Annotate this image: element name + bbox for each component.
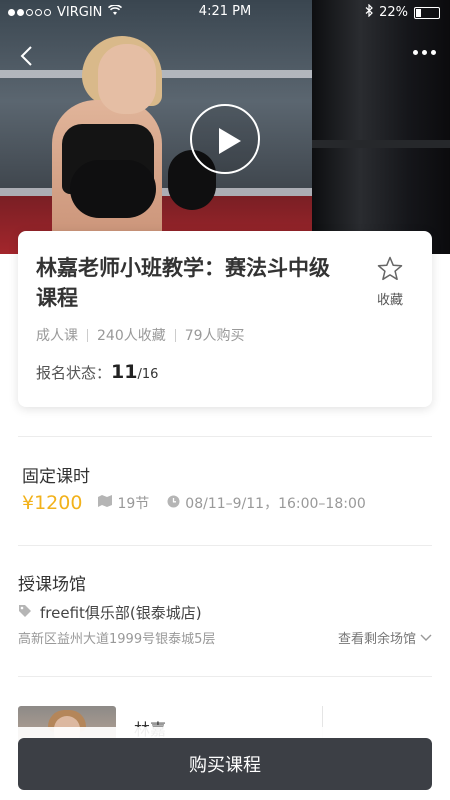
enroll-current: 11 <box>111 361 138 383</box>
battery-percent: 22% <box>379 5 408 20</box>
enroll-total: /16 <box>137 367 159 382</box>
section-divider <box>18 545 432 546</box>
venue-name-row[interactable]: freefit俱乐部(银泰城店) <box>18 602 202 623</box>
buy-course-button[interactable]: 购买课程 <box>18 738 432 790</box>
course-price: ¥1200 <box>22 492 83 514</box>
tag-icon <box>18 604 32 622</box>
clock-icon <box>167 495 180 512</box>
tag-purchase-count: 79人购买 <box>184 328 245 344</box>
more-venues-label: 查看剩余场馆 <box>337 632 416 647</box>
status-bar: VIRGIN 4:21 PM 22% <box>0 0 450 24</box>
hero-video-banner[interactable]: VIRGIN 4:21 PM 22% <box>0 0 450 254</box>
section-divider <box>18 436 432 437</box>
lesson-count: 19节 <box>117 496 150 512</box>
schedule-row: ¥1200 19节 08/11–9/11，16:00–18:00 <box>22 492 366 514</box>
tag-divider <box>174 328 176 342</box>
chevron-down-icon <box>420 634 432 641</box>
battery-icon <box>414 6 440 19</box>
play-video-button[interactable] <box>190 104 260 174</box>
tag-audience: 成人课 <box>36 328 78 344</box>
favorite-label: 收藏 <box>376 293 403 308</box>
punching-bag-band <box>312 140 450 148</box>
venue-section-title: 授课场馆 <box>18 575 86 595</box>
enroll-label: 报名状态： <box>36 364 112 382</box>
more-dots-icon <box>413 50 418 55</box>
punching-bag <box>312 0 450 254</box>
tag-favorites-count: 240人收藏 <box>97 328 166 344</box>
back-button[interactable] <box>16 44 38 68</box>
tag-divider <box>87 328 88 342</box>
boxing-glove-left <box>70 160 156 218</box>
favorite-button[interactable]: 收藏 <box>370 255 410 308</box>
section-divider <box>18 676 432 677</box>
course-title: 林嘉老师小班教学：赛法斗中级课程 <box>36 256 330 310</box>
schedule-section-title: 固定课时 <box>22 467 90 487</box>
venue-name: freefit俱乐部(银泰城店) <box>40 604 202 622</box>
course-tags: 成人课 240人收藏 79人购买 <box>36 325 245 345</box>
venue-address: 高新区益州大道1999号银泰城5层 <box>18 632 216 647</box>
enroll-status: 报名状态： 11 /16 <box>36 361 158 383</box>
map-icon <box>98 495 113 511</box>
course-info-card: 林嘉老师小班教学：赛法斗中级课程 收藏 成人课 240人收藏 79人购买 报名状… <box>18 231 432 407</box>
more-venues-link[interactable]: 查看剩余场馆 <box>338 628 432 647</box>
bottom-action-bar: 购买课程 <box>0 727 450 800</box>
star-icon <box>377 256 403 281</box>
bluetooth-icon <box>365 3 373 21</box>
more-options-button[interactable] <box>413 50 436 55</box>
back-chevron-icon <box>20 46 32 66</box>
schedule-time: 08/11–9/11，16:00–18:00 <box>185 496 366 512</box>
boxer-face <box>98 44 156 114</box>
